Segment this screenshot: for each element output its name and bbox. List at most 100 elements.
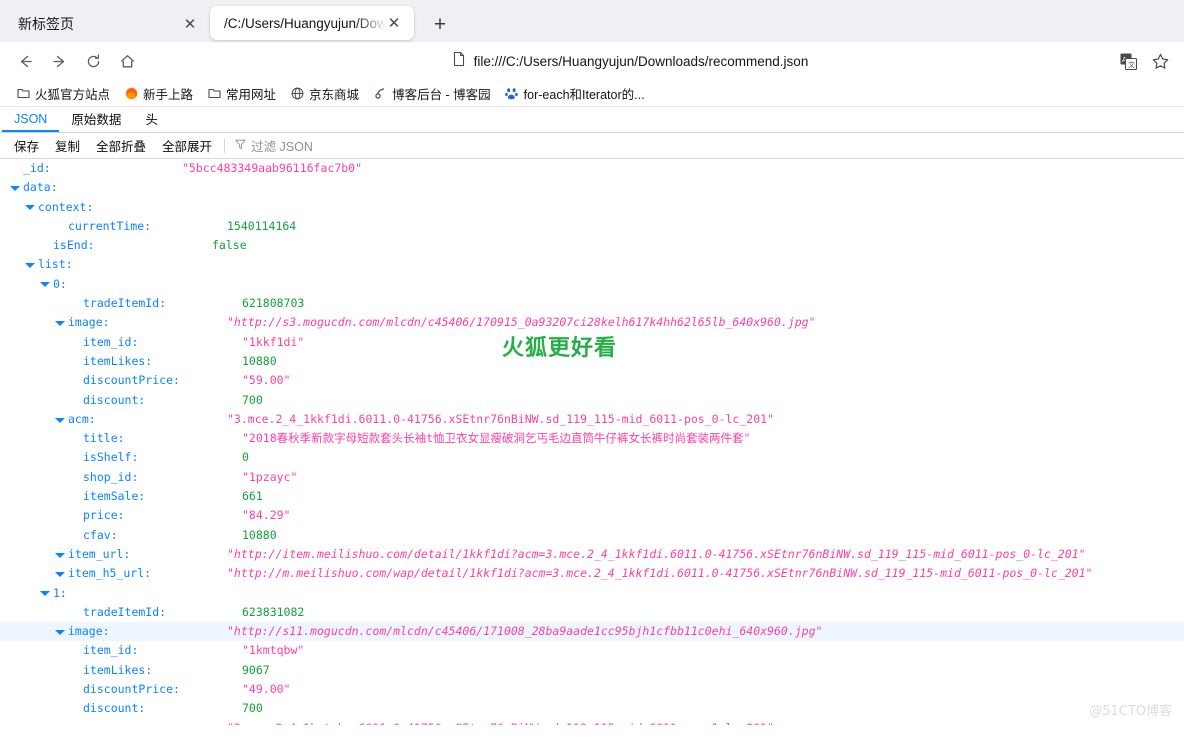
bookmark-item-getting-started[interactable]: 新手上路	[118, 82, 199, 105]
chevron-down-icon[interactable]	[55, 627, 65, 637]
chevron-down-icon[interactable]	[55, 723, 65, 725]
collapse-all-button[interactable]: 全部折叠	[88, 136, 154, 156]
json-key: list:	[38, 255, 73, 274]
chevron-down-icon[interactable]	[55, 318, 65, 328]
json-row[interactable]: discount:700	[0, 391, 1184, 410]
save-button[interactable]: 保存	[6, 136, 47, 156]
home-icon[interactable]	[112, 46, 142, 76]
filter-json-input[interactable]: 过滤 JSON	[229, 136, 319, 155]
json-content-pane[interactable]: _id:"5bcc483349aab96116fac7b0"data:conte…	[0, 159, 1184, 725]
json-value: 623831082	[242, 603, 304, 622]
row-spacer	[70, 530, 80, 540]
row-spacer	[70, 434, 80, 444]
chevron-down-icon[interactable]	[55, 415, 65, 425]
reload-icon[interactable]	[78, 46, 108, 76]
bookmark-label: 火狐官方站点	[35, 84, 110, 103]
row-spacer	[70, 492, 80, 502]
json-key: itemLikes:	[83, 661, 152, 680]
document-icon	[452, 51, 466, 72]
tab-raw-data[interactable]: 原始数据	[59, 107, 133, 132]
json-key: discountPrice:	[83, 371, 180, 390]
tab-title: 新标签页	[18, 14, 180, 34]
row-spacer	[70, 607, 80, 617]
json-row[interactable]: data:	[0, 178, 1184, 197]
back-arrow-icon[interactable]	[10, 46, 40, 76]
json-key: isEnd:	[53, 236, 95, 255]
json-row[interactable]: title:"2018春秋季新款字母短款套头长袖t恤卫衣女显瘦破洞乞丐毛边直筒牛…	[0, 429, 1184, 448]
chevron-down-icon[interactable]	[25, 260, 35, 270]
toolbar-divider	[224, 139, 225, 153]
bookmark-item-firefox-official[interactable]: 火狐官方站点	[10, 82, 116, 105]
json-value: "http://m.meilishuo.com/wap/detail/1kkf1…	[227, 564, 1092, 583]
json-row[interactable]: currentTime:1540114164	[0, 217, 1184, 236]
json-row[interactable]: isShelf:0	[0, 448, 1184, 467]
filter-icon	[235, 137, 246, 155]
json-row[interactable]: itemLikes: 9067	[0, 661, 1184, 680]
bookmark-item-for-each-iterator[interactable]: for-each和Iterator的...	[499, 82, 651, 105]
copy-button[interactable]: 复制	[47, 136, 88, 156]
row-spacer	[70, 646, 80, 656]
json-row[interactable]: acm:"3.mce.2_4_1kmtqbw.6011.0-41756.xSEt…	[0, 719, 1184, 725]
json-row[interactable]: tradeItemId:621808703	[0, 294, 1184, 313]
json-key: data:	[23, 178, 58, 197]
json-row[interactable]: discount:700	[0, 699, 1184, 718]
bookmark-item-jd[interactable]: 京东商城	[284, 82, 365, 105]
bookmark-item-cnblogs[interactable]: 博客后台 - 博客园	[367, 82, 497, 105]
json-key: discountPrice:	[83, 680, 180, 699]
chevron-down-icon[interactable]	[40, 279, 50, 289]
json-value: 9067	[242, 661, 270, 680]
close-icon[interactable]: ✕	[180, 14, 200, 34]
browser-tab-downloads[interactable]: /C:/Users/Huangyujun/Downloads ✕	[210, 6, 414, 40]
json-row[interactable]: discountPrice:"49.00"	[0, 680, 1184, 699]
chevron-down-icon[interactable]	[10, 183, 20, 193]
json-value: 0	[242, 448, 249, 467]
json-row[interactable]: 0:	[0, 275, 1184, 294]
json-key: acm:	[68, 719, 96, 725]
json-value: 621808703	[242, 294, 304, 313]
chevron-down-icon[interactable]	[40, 588, 50, 598]
json-row[interactable]: item_url:"http://item.meilishuo.com/deta…	[0, 545, 1184, 564]
json-row[interactable]: isEnd:false	[0, 236, 1184, 255]
address-bar[interactable]: file:///C:/Users/Huangyujun/Downloads/re…	[152, 47, 1108, 75]
json-row[interactable]: itemSale:661	[0, 487, 1184, 506]
json-row[interactable]: context:	[0, 198, 1184, 217]
json-row[interactable]: price:"84.29"	[0, 506, 1184, 525]
json-value: 10880	[242, 526, 277, 545]
expand-all-button[interactable]: 全部展开	[154, 136, 220, 156]
translate-icon[interactable]: A 文	[1114, 47, 1142, 75]
row-spacer	[55, 222, 65, 232]
folder-icon	[16, 86, 30, 100]
bookmark-label: 博客后台 - 博客园	[392, 84, 491, 103]
chevron-down-icon[interactable]	[55, 550, 65, 560]
tab-headers[interactable]: 头	[133, 107, 170, 132]
json-row[interactable]: image:"http://s11.mogucdn.com/mlcdn/c454…	[0, 622, 1184, 641]
row-spacer	[70, 453, 80, 463]
json-value: 1540114164	[227, 217, 296, 236]
json-value: "http://item.meilishuo.com/detail/1kkf1d…	[227, 545, 1086, 564]
json-row[interactable]: _id:"5bcc483349aab96116fac7b0"	[0, 159, 1184, 178]
json-row[interactable]: acm:"3.mce.2_4_1kkf1di.6011.0-41756.xSEt…	[0, 410, 1184, 429]
json-row[interactable]: discountPrice:"59.00"	[0, 371, 1184, 390]
json-row[interactable]: list:	[0, 255, 1184, 274]
new-tab-button[interactable]: +	[424, 8, 456, 40]
json-row[interactable]: item_h5_url:"http://m.meilishuo.com/wap/…	[0, 564, 1184, 583]
json-row[interactable]: 1:	[0, 584, 1184, 603]
row-spacer	[70, 395, 80, 405]
forward-arrow-icon[interactable]	[44, 46, 74, 76]
json-key: item_id:	[83, 641, 138, 660]
browser-tab-new-page[interactable]: 新标签页 ✕	[4, 6, 210, 42]
json-key: shop_id:	[83, 468, 138, 487]
row-spacer	[70, 376, 80, 386]
json-key: itemLikes:	[83, 352, 152, 371]
close-icon[interactable]: ✕	[384, 13, 404, 33]
chevron-down-icon[interactable]	[55, 569, 65, 579]
bookmark-item-common-sites[interactable]: 常用网址	[201, 82, 282, 105]
json-row[interactable]: cfav:10880	[0, 526, 1184, 545]
tab-json[interactable]: JSON	[2, 107, 59, 132]
json-row[interactable]: item_id:"1kmtqbw"	[0, 641, 1184, 660]
json-key: acm:	[68, 410, 96, 429]
star-icon[interactable]	[1146, 47, 1174, 75]
json-row[interactable]: tradeItemId:623831082	[0, 603, 1184, 622]
chevron-down-icon[interactable]	[25, 202, 35, 212]
json-row[interactable]: shop_id:"1pzayc"	[0, 468, 1184, 487]
